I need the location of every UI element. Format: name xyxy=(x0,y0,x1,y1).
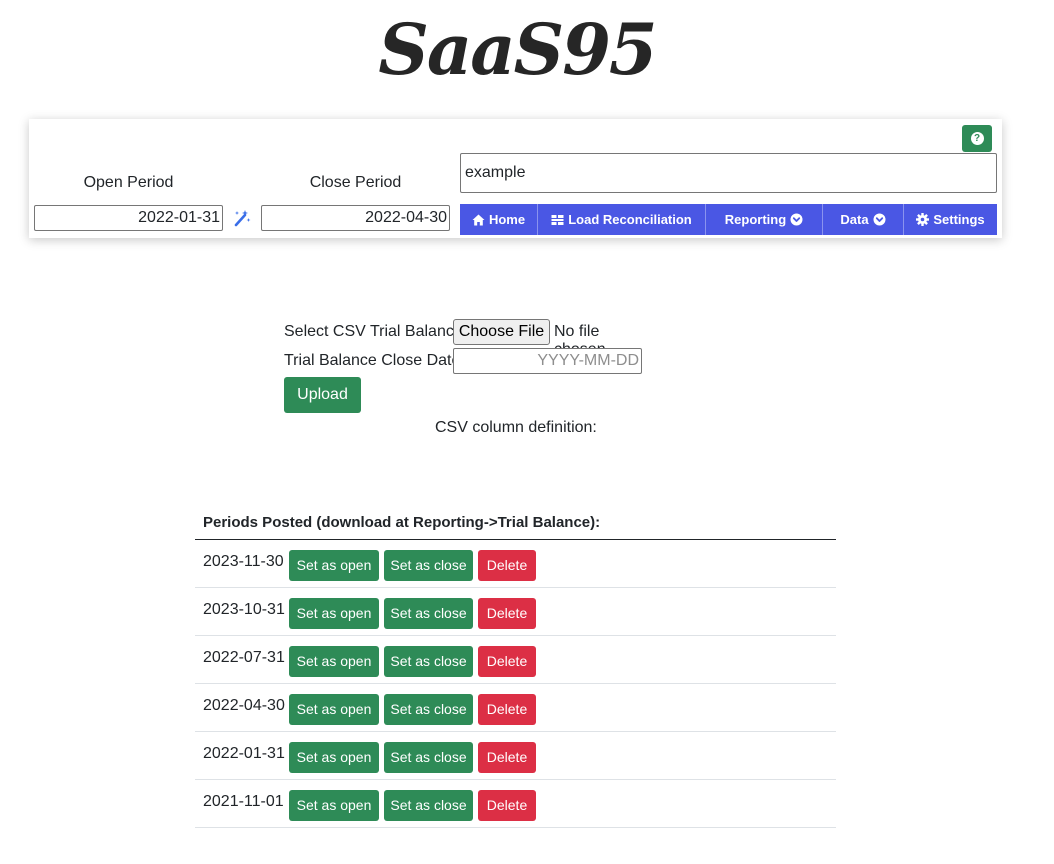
chevron-down-circle-icon xyxy=(790,213,803,226)
nav-home[interactable]: Home xyxy=(460,204,538,235)
set-as-open-button[interactable]: Set as open xyxy=(289,694,379,725)
nav-reporting[interactable]: Reporting xyxy=(706,204,823,235)
set-as-close-button[interactable]: Set as close xyxy=(384,694,473,725)
table-row: 2021-11-01 Set as open Set as close Dele… xyxy=(195,780,836,828)
open-period-input[interactable] xyxy=(34,205,223,231)
set-as-close-button[interactable]: Set as close xyxy=(384,550,473,581)
table-row: 2022-04-30 Set as open Set as close Dele… xyxy=(195,684,836,732)
top-panel: ? Open Period Close Period Home Load Rec… xyxy=(29,119,1002,238)
set-as-close-button[interactable]: Set as close xyxy=(384,742,473,773)
delete-button[interactable]: Delete xyxy=(478,646,536,677)
question-icon: ? xyxy=(970,132,984,145)
home-icon xyxy=(472,214,485,225)
set-as-open-button[interactable]: Set as open xyxy=(289,646,379,677)
magic-wand-icon[interactable] xyxy=(233,209,251,227)
nav-reporting-label: Reporting xyxy=(724,212,787,227)
delete-button[interactable]: Delete xyxy=(478,598,536,629)
periods-table: Periods Posted (download at Reporting->T… xyxy=(195,505,836,828)
period-date: 2023-10-31 xyxy=(203,601,285,618)
nav-load-label: Load Reconciliation xyxy=(568,212,692,227)
set-as-open-button[interactable]: Set as open xyxy=(289,742,379,773)
search-input[interactable] xyxy=(460,153,997,193)
set-as-close-button[interactable]: Set as close xyxy=(384,598,473,629)
app-logo: SaaS95 xyxy=(378,8,657,91)
close-period-label: Close Period xyxy=(309,174,402,191)
nav-settings[interactable]: Settings xyxy=(904,204,997,235)
period-date: 2023-11-30 xyxy=(203,553,284,570)
csv-definition-text: CSV column definition: xyxy=(435,419,597,436)
nav-data[interactable]: Data xyxy=(823,204,904,235)
help-button[interactable]: ? xyxy=(962,125,992,152)
period-date: 2022-07-31 xyxy=(203,649,285,666)
close-date-label: Trial Balance Close Date xyxy=(284,352,461,369)
main-nav: Home Load Reconciliation Reporting Data xyxy=(460,204,997,235)
period-date: 2022-01-31 xyxy=(203,745,285,762)
periods-header: Periods Posted (download at Reporting->T… xyxy=(195,505,836,540)
gear-icon xyxy=(916,213,930,226)
set-as-open-button[interactable]: Set as open xyxy=(289,550,379,581)
nav-load-reconciliation[interactable]: Load Reconciliation xyxy=(538,204,706,235)
delete-button[interactable]: Delete xyxy=(478,790,536,821)
close-date-input[interactable] xyxy=(453,348,642,374)
delete-button[interactable]: Delete xyxy=(478,550,536,581)
set-as-close-button[interactable]: Set as close xyxy=(384,646,473,677)
set-as-open-button[interactable]: Set as open xyxy=(289,598,379,629)
set-as-open-button[interactable]: Set as open xyxy=(289,790,379,821)
delete-button[interactable]: Delete xyxy=(478,742,536,773)
upload-button[interactable]: Upload xyxy=(284,377,361,413)
nav-data-label: Data xyxy=(840,212,869,227)
load-icon xyxy=(551,214,564,225)
open-period-label: Open Period xyxy=(83,174,174,191)
table-row: 2022-07-31 Set as open Set as close Dele… xyxy=(195,636,836,684)
nav-settings-label: Settings xyxy=(933,212,985,227)
choose-file-button[interactable]: Choose File xyxy=(453,319,550,345)
close-period-input[interactable] xyxy=(261,205,450,231)
table-row: 2023-11-30 Set as open Set as close Dele… xyxy=(195,540,836,588)
chevron-down-circle-icon xyxy=(873,213,886,226)
period-date: 2022-04-30 xyxy=(203,697,285,714)
table-row: 2022-01-31 Set as open Set as close Dele… xyxy=(195,732,836,780)
table-row: 2023-10-31 Set as open Set as close Dele… xyxy=(195,588,836,636)
csv-file-label: Select CSV Trial Balance xyxy=(284,323,463,340)
period-date: 2021-11-01 xyxy=(203,793,284,810)
delete-button[interactable]: Delete xyxy=(478,694,536,725)
nav-home-label: Home xyxy=(488,212,526,227)
set-as-close-button[interactable]: Set as close xyxy=(384,790,473,821)
